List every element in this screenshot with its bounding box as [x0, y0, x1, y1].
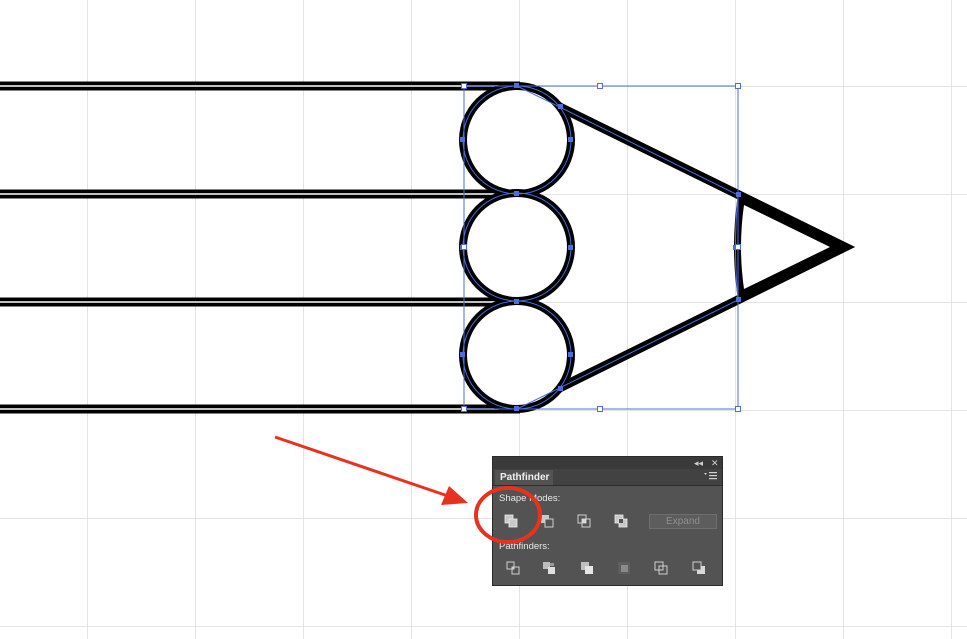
red-arrow: [274, 435, 449, 498]
red-circle-highlight: [474, 486, 542, 544]
annotation-overlay: [274, 435, 542, 544]
red-arrowhead: [441, 486, 468, 505]
